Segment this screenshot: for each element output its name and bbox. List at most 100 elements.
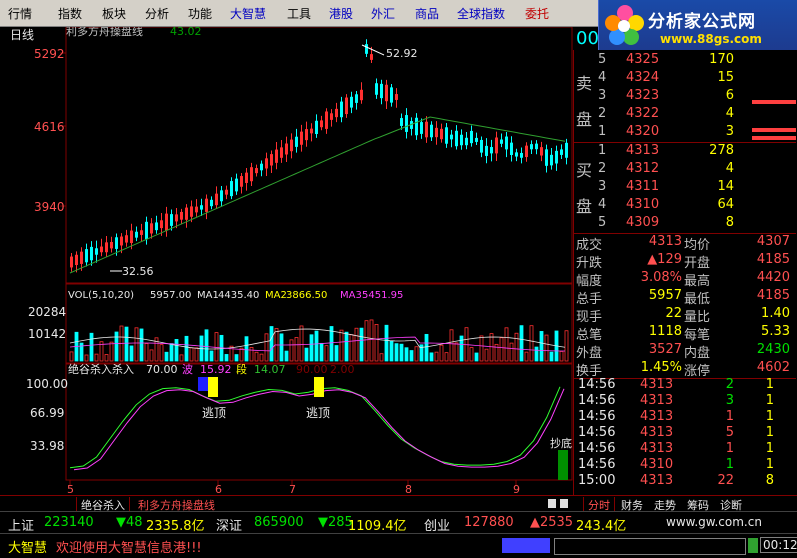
bid-row[interactable]: 2 4312 4 bbox=[574, 161, 796, 179]
volume-bar bbox=[224, 354, 229, 362]
stat-row[interactable]: 换手 1.45% 涨停 4602 bbox=[574, 360, 796, 379]
stat-row[interactable]: 现手 22 量比 1.40 bbox=[574, 306, 796, 325]
menu-item-3[interactable]: 分析 bbox=[145, 5, 169, 22]
stat-row[interactable]: 总笔 1118 每笔 5.33 bbox=[574, 324, 796, 343]
ask-volume: 15 bbox=[717, 70, 734, 85]
month-label: 8 bbox=[405, 483, 412, 495]
menu-item-5[interactable]: 大智慧 bbox=[230, 5, 266, 22]
candle bbox=[160, 220, 163, 229]
month-label: 6 bbox=[215, 483, 222, 495]
ask-level: 3 bbox=[598, 88, 607, 103]
volume-bar bbox=[114, 331, 119, 362]
stat-row[interactable]: 外盘 3527 内盘 2430 bbox=[574, 342, 796, 361]
stat-value: 4313 bbox=[648, 234, 682, 249]
candle bbox=[85, 249, 88, 263]
bid-row[interactable]: 5 4309 8 bbox=[574, 215, 796, 233]
candle bbox=[200, 205, 203, 210]
ticker-box[interactable] bbox=[554, 538, 746, 555]
scroll-right-icon[interactable] bbox=[560, 499, 568, 508]
bid-level: 4 bbox=[598, 197, 607, 212]
sz-index-label[interactable]: 深证 bbox=[216, 515, 242, 534]
tick-row[interactable]: 15:00 4313 22 8 bbox=[574, 473, 796, 491]
stat-row[interactable]: 幅度 3.08% 最高 4420 bbox=[574, 270, 796, 289]
sh-index-label[interactable]: 上证 bbox=[8, 515, 34, 534]
price-axis-label: 5292 bbox=[34, 47, 65, 61]
bid-price: 4311 bbox=[626, 179, 660, 194]
menu-item-0[interactable]: 行情 bbox=[8, 5, 32, 22]
menu-item-7[interactable]: 港股 bbox=[329, 5, 353, 22]
candle bbox=[330, 113, 333, 120]
candle bbox=[240, 176, 243, 187]
bid-level: 5 bbox=[598, 215, 607, 230]
stat-value: 4307 bbox=[756, 234, 790, 249]
volume-bar bbox=[529, 325, 534, 362]
indicator-name: 绝谷杀入杀入 bbox=[68, 362, 134, 376]
tick-volume: 3 bbox=[725, 393, 734, 408]
volume-bar bbox=[499, 337, 504, 362]
tick-volume: 5 bbox=[725, 425, 734, 440]
candle bbox=[275, 149, 278, 163]
bid-price: 4313 bbox=[626, 143, 660, 158]
menu-item-9[interactable]: 商品 bbox=[415, 5, 439, 22]
candle bbox=[245, 172, 248, 183]
menu-item-1[interactable]: 指数 bbox=[58, 5, 82, 22]
candle bbox=[165, 213, 168, 231]
kline-chart[interactable]: 日线 利多方舟操盘线 43.02 5292 4616 3940 52.92 32.56 VOL(… bbox=[0, 27, 573, 495]
candle bbox=[510, 142, 513, 155]
bid-volume: 14 bbox=[717, 179, 734, 194]
volume-bar bbox=[374, 324, 379, 362]
candle bbox=[475, 137, 478, 142]
menu-item-10[interactable]: 全球指数 bbox=[457, 5, 505, 22]
scroll-left-icon[interactable] bbox=[548, 499, 556, 508]
volume-bar bbox=[189, 347, 194, 362]
stat-row[interactable]: 升跌 ▲129 开盘 4185 bbox=[574, 252, 796, 271]
candle bbox=[205, 198, 208, 212]
ask-level: 2 bbox=[598, 106, 607, 121]
candle bbox=[370, 54, 373, 60]
stat-label: 升跌 bbox=[576, 256, 603, 271]
candle bbox=[545, 149, 548, 166]
ask-row[interactable]: 5 4325 170 bbox=[574, 52, 796, 70]
sz-index-amount: 1109.4亿 bbox=[348, 519, 407, 534]
volume-bar bbox=[179, 354, 184, 362]
formula-title: 利多方舟操盘线 bbox=[66, 27, 143, 38]
bid-row[interactable]: 1 4313 278 bbox=[574, 143, 796, 161]
menu-item-11[interactable]: 委托 bbox=[525, 5, 549, 22]
candle bbox=[150, 223, 153, 234]
price-axis-label: 4616 bbox=[34, 120, 65, 134]
volume-bar bbox=[214, 332, 219, 362]
stat-value: 3527 bbox=[648, 342, 682, 357]
news-block[interactable] bbox=[502, 538, 550, 553]
bid-row[interactable]: 3 4311 14 bbox=[574, 179, 796, 197]
candle bbox=[360, 89, 363, 101]
stat-row[interactable]: 成交 4313 均价 4307 bbox=[574, 234, 796, 253]
candle bbox=[485, 145, 488, 156]
cy-index-label[interactable]: 创业 bbox=[424, 515, 450, 534]
ask-volume: 6 bbox=[725, 88, 734, 103]
menu-item-8[interactable]: 外汇 bbox=[371, 5, 395, 22]
volume-bar bbox=[549, 351, 554, 362]
tick-count: 1 bbox=[765, 441, 774, 456]
volume-bar bbox=[289, 339, 294, 362]
stock-code[interactable]: 00 bbox=[576, 28, 599, 49]
menu-item-4[interactable]: 功能 bbox=[188, 5, 212, 22]
tick-time: 14:56 bbox=[578, 457, 616, 472]
volume-bar bbox=[349, 334, 354, 362]
status-url[interactable]: www.gw.com.cn bbox=[666, 515, 762, 529]
candle bbox=[515, 152, 518, 157]
menu-item-6[interactable]: 工具 bbox=[287, 5, 311, 22]
cy-index-change: ▲2535 bbox=[530, 515, 574, 530]
volume-bar bbox=[394, 343, 399, 362]
stat-row[interactable]: 总手 5957 最低 4185 bbox=[574, 288, 796, 307]
menu-item-2[interactable]: 板块 bbox=[102, 5, 126, 22]
bid-row[interactable]: 4 4310 64 bbox=[574, 197, 796, 215]
ask-row[interactable]: 4 4324 15 bbox=[574, 70, 796, 88]
volume-bar bbox=[334, 345, 339, 362]
ma1-value: 4435.40 bbox=[218, 290, 259, 301]
volume-bar bbox=[314, 330, 319, 362]
volume-bar bbox=[134, 327, 139, 362]
volume-bar bbox=[364, 320, 369, 362]
ask-row[interactable]: 2 4322 4 bbox=[574, 106, 796, 124]
indicator-value-2: 15.92 bbox=[200, 363, 232, 376]
tick-count: 1 bbox=[765, 425, 774, 440]
